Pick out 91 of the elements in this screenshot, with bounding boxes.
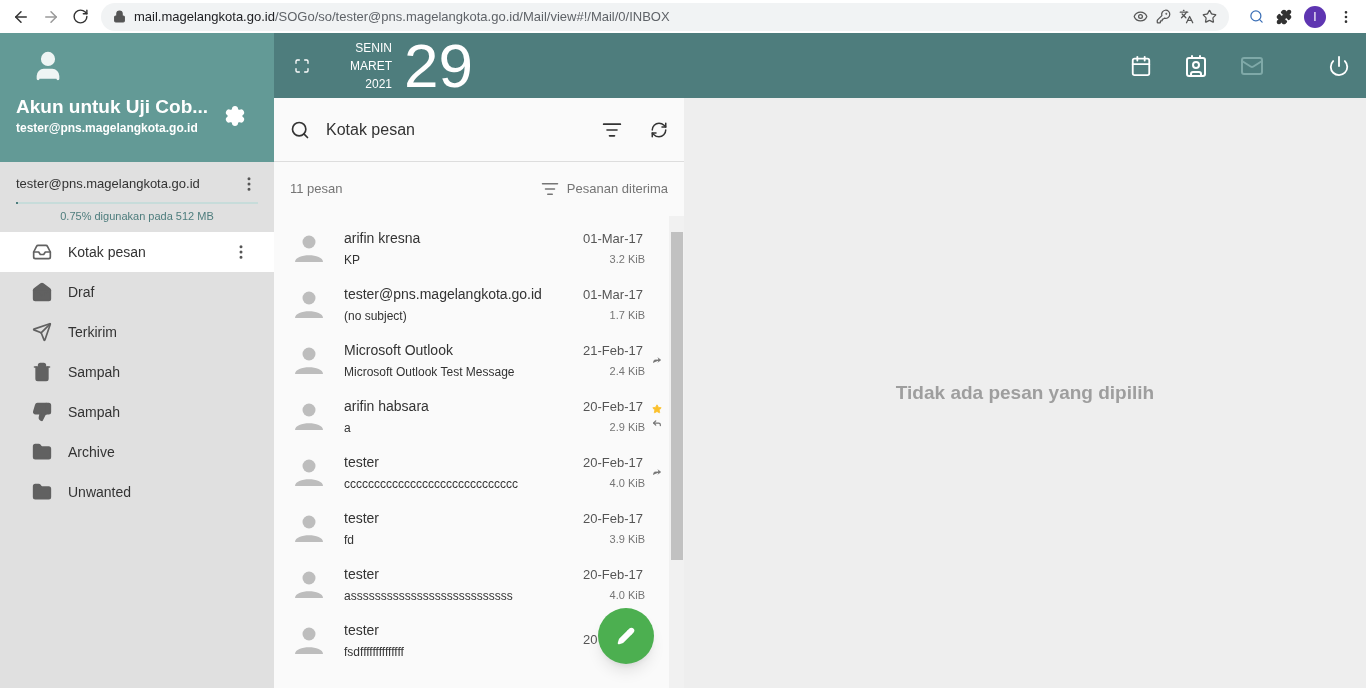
fullscreen-icon[interactable] <box>294 57 310 74</box>
sender-name: arifin habsara <box>344 396 429 416</box>
folder-icon <box>32 482 52 502</box>
message-date: 20 <box>583 631 598 650</box>
refresh-icon[interactable] <box>650 120 668 139</box>
message-date: 20-Feb-17 <box>583 566 643 584</box>
message-row[interactable]: tester fsdffffffffffffff 20 <box>274 612 669 668</box>
pencil-icon <box>617 627 635 645</box>
message-subject: fd <box>344 531 354 549</box>
folder-item[interactable]: Draf <box>0 272 274 312</box>
message-size: 4.0 KiB <box>609 475 645 491</box>
account-name: Akun untuk Uji Cob... <box>16 95 210 119</box>
person-icon <box>294 458 324 486</box>
weekday-text: SENIN <box>355 39 392 57</box>
message-subject: (no subject) <box>344 307 407 325</box>
sort-icon <box>540 180 559 198</box>
message-subject: asssssssssssssssssssssssssss <box>344 587 513 605</box>
folder-item[interactable]: Terkirim <box>0 312 274 352</box>
mailbox-address: tester@pns.magelangkota.go.id <box>16 175 200 193</box>
power-icon[interactable] <box>1328 54 1350 77</box>
message-size: 1.7 KiB <box>609 307 645 323</box>
day-number: 29 <box>404 34 473 97</box>
message-subject: Microsoft Outlook Test Message <box>344 363 515 381</box>
message-size: 3.9 KiB <box>609 531 645 547</box>
sender-name: arifin kresna <box>344 228 421 248</box>
trash-icon <box>32 362 52 382</box>
message-size: 4.0 KiB <box>609 587 645 603</box>
eye-icon[interactable] <box>1133 9 1148 24</box>
person-icon <box>294 626 324 654</box>
year-text: 2021 <box>365 75 392 93</box>
message-row[interactable]: arifin kresna KP 01-Mar-17 3.2 KiB <box>274 220 669 276</box>
message-row[interactable]: tester fd 20-Feb-17 3.9 KiB <box>274 500 669 556</box>
address-bar[interactable]: mail.magelangkota.go.id/SOGo/so/tester@pns.magelangkota.go.id/Mail/view#!/Mail/0/INBOX <box>101 2 1229 31</box>
message-row[interactable]: tester asssssssssssssssssssssssssss 20-Feb-17 4.0 KiB <box>274 556 669 612</box>
profile-avatar[interactable]: I <box>1304 5 1326 28</box>
account-email: tester@pns.magelangkota.go.id <box>16 120 199 137</box>
message-row[interactable]: arifin habsara a 20-Feb-17 2.9 KiB <box>274 388 669 444</box>
bookmark-star-icon[interactable] <box>1202 9 1217 24</box>
search-icon[interactable] <box>290 119 310 140</box>
message-size: 2.4 KiB <box>609 363 645 379</box>
folder-item[interactable]: Sampah <box>0 392 274 432</box>
sender-name: tester <box>344 508 379 528</box>
message-date: 01-Mar-17 <box>583 286 643 304</box>
person-icon <box>294 402 324 430</box>
lock-icon <box>113 10 126 23</box>
message-subject: ccccccccccccccccccccccccccccc <box>344 475 518 493</box>
sender-name: tester@pns.magelangkota.go.id <box>344 284 542 304</box>
reload-icon[interactable] <box>72 8 89 25</box>
person-icon <box>294 290 324 318</box>
inbox-icon <box>32 242 52 262</box>
message-date: 20-Feb-17 <box>583 454 643 472</box>
folder-search-field[interactable]: Kotak pesan <box>326 117 586 142</box>
message-size: 2.9 KiB <box>609 419 645 435</box>
message-row[interactable]: Microsoft Outlook Microsoft Outlook Test Message 21-Feb-17 2.4 KiB <box>274 332 669 388</box>
message-subject: fsdffffffffffffff <box>344 643 404 661</box>
message-row[interactable]: tester@pns.magelangkota.go.id (no subject) 01-Mar-17 1.7 KiB <box>274 276 669 332</box>
contact-icon[interactable] <box>1184 53 1208 78</box>
sender-name: tester <box>344 620 379 640</box>
message-date: 20-Feb-17 <box>583 510 643 528</box>
folder-item[interactable]: Kotak pesan <box>0 232 274 272</box>
sort-button[interactable]: Pesanan diterima <box>540 179 668 199</box>
translate-icon[interactable] <box>1179 9 1194 24</box>
message-size: 3.2 KiB <box>609 251 645 267</box>
sender-name: tester <box>344 452 379 472</box>
message-count: 11 pesan <box>290 180 343 199</box>
person-icon <box>294 514 324 542</box>
key-icon[interactable] <box>1156 9 1171 24</box>
quota-text: 0.75% digunakan pada 512 MB <box>59 208 215 224</box>
url-text: mail.magelangkota.go.id/SOGo/so/tester@pns.magelangkota.go.id/Mail/view#!/Mail/0/INBOX <box>134 7 670 26</box>
folder-item[interactable]: Archive <box>0 432 274 472</box>
empty-message: Tidak ada pesan yang dipilih <box>895 380 1155 405</box>
thumbs-down-icon <box>32 402 52 422</box>
compose-button[interactable] <box>598 608 654 664</box>
person-icon <box>294 234 324 262</box>
message-row[interactable]: tester ccccccccccccccccccccccccccccc 20-Feb-17 4.0 KiB <box>274 444 669 500</box>
folder-item[interactable]: Unwanted <box>0 472 274 512</box>
puzzle-icon[interactable] <box>1276 8 1292 25</box>
send-icon <box>32 322 52 342</box>
month-text: MARET <box>350 57 392 75</box>
message-date: 01-Mar-17 <box>583 230 643 248</box>
sender-name: tester <box>344 564 379 584</box>
message-date: 20-Feb-17 <box>583 398 643 416</box>
message-subject: a <box>344 419 351 437</box>
message-date: 21-Feb-17 <box>583 342 643 360</box>
person-icon <box>294 570 324 598</box>
sender-name: Microsoft Outlook <box>344 340 453 360</box>
message-subject: KP <box>344 251 360 269</box>
folder-item[interactable]: Sampah <box>0 352 274 392</box>
calendar-icon[interactable] <box>1130 54 1152 77</box>
person-icon <box>294 346 324 374</box>
folder-icon <box>32 442 52 462</box>
